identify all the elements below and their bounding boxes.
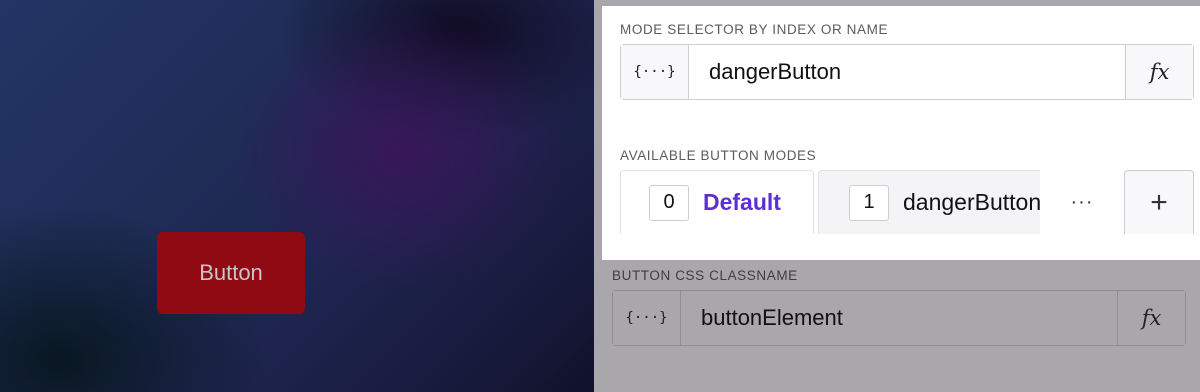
mode-selector-field: {···} dangerButton fx bbox=[620, 44, 1194, 100]
mode-tabs: 0 Default 1 dangerButton ··· + bbox=[620, 170, 1194, 234]
mode-tab-label: Default bbox=[703, 189, 781, 215]
mode-selector-input[interactable]: dangerButton bbox=[689, 45, 1125, 99]
mode-index-badge: 0 bbox=[649, 184, 689, 221]
mode-selector-label: MODE SELECTOR BY INDEX OR NAME bbox=[620, 22, 889, 37]
function-fx-icon[interactable]: fx bbox=[1117, 291, 1185, 345]
preview-button[interactable]: Button bbox=[157, 232, 305, 314]
data-binding-icon[interactable]: {···} bbox=[613, 291, 681, 345]
mode-tab-dangerbutton[interactable]: 1 dangerButton bbox=[818, 170, 1048, 234]
available-modes-label: AVAILABLE BUTTON MODES bbox=[620, 148, 817, 163]
inspector-panel: MODE SELECTOR BY INDEX OR NAME {···} dan… bbox=[594, 0, 1200, 392]
function-fx-icon[interactable]: fx bbox=[1125, 45, 1193, 99]
mode-index-badge: 1 bbox=[849, 184, 889, 221]
highlighted-section: MODE SELECTOR BY INDEX OR NAME {···} dan… bbox=[602, 6, 1200, 260]
preview-canvas: Button bbox=[0, 0, 594, 392]
css-classname-field: {···} buttonElement fx bbox=[612, 290, 1186, 346]
more-modes-icon[interactable]: ··· bbox=[1040, 170, 1124, 234]
data-binding-icon[interactable]: {···} bbox=[621, 45, 689, 99]
css-classname-label: BUTTON CSS CLASSNAME bbox=[612, 268, 798, 283]
mode-tab-default[interactable]: 0 Default bbox=[620, 170, 814, 234]
css-classname-input[interactable]: buttonElement bbox=[681, 291, 1117, 345]
add-mode-icon[interactable]: + bbox=[1124, 170, 1194, 234]
mode-tab-label: dangerButton bbox=[903, 189, 1042, 215]
